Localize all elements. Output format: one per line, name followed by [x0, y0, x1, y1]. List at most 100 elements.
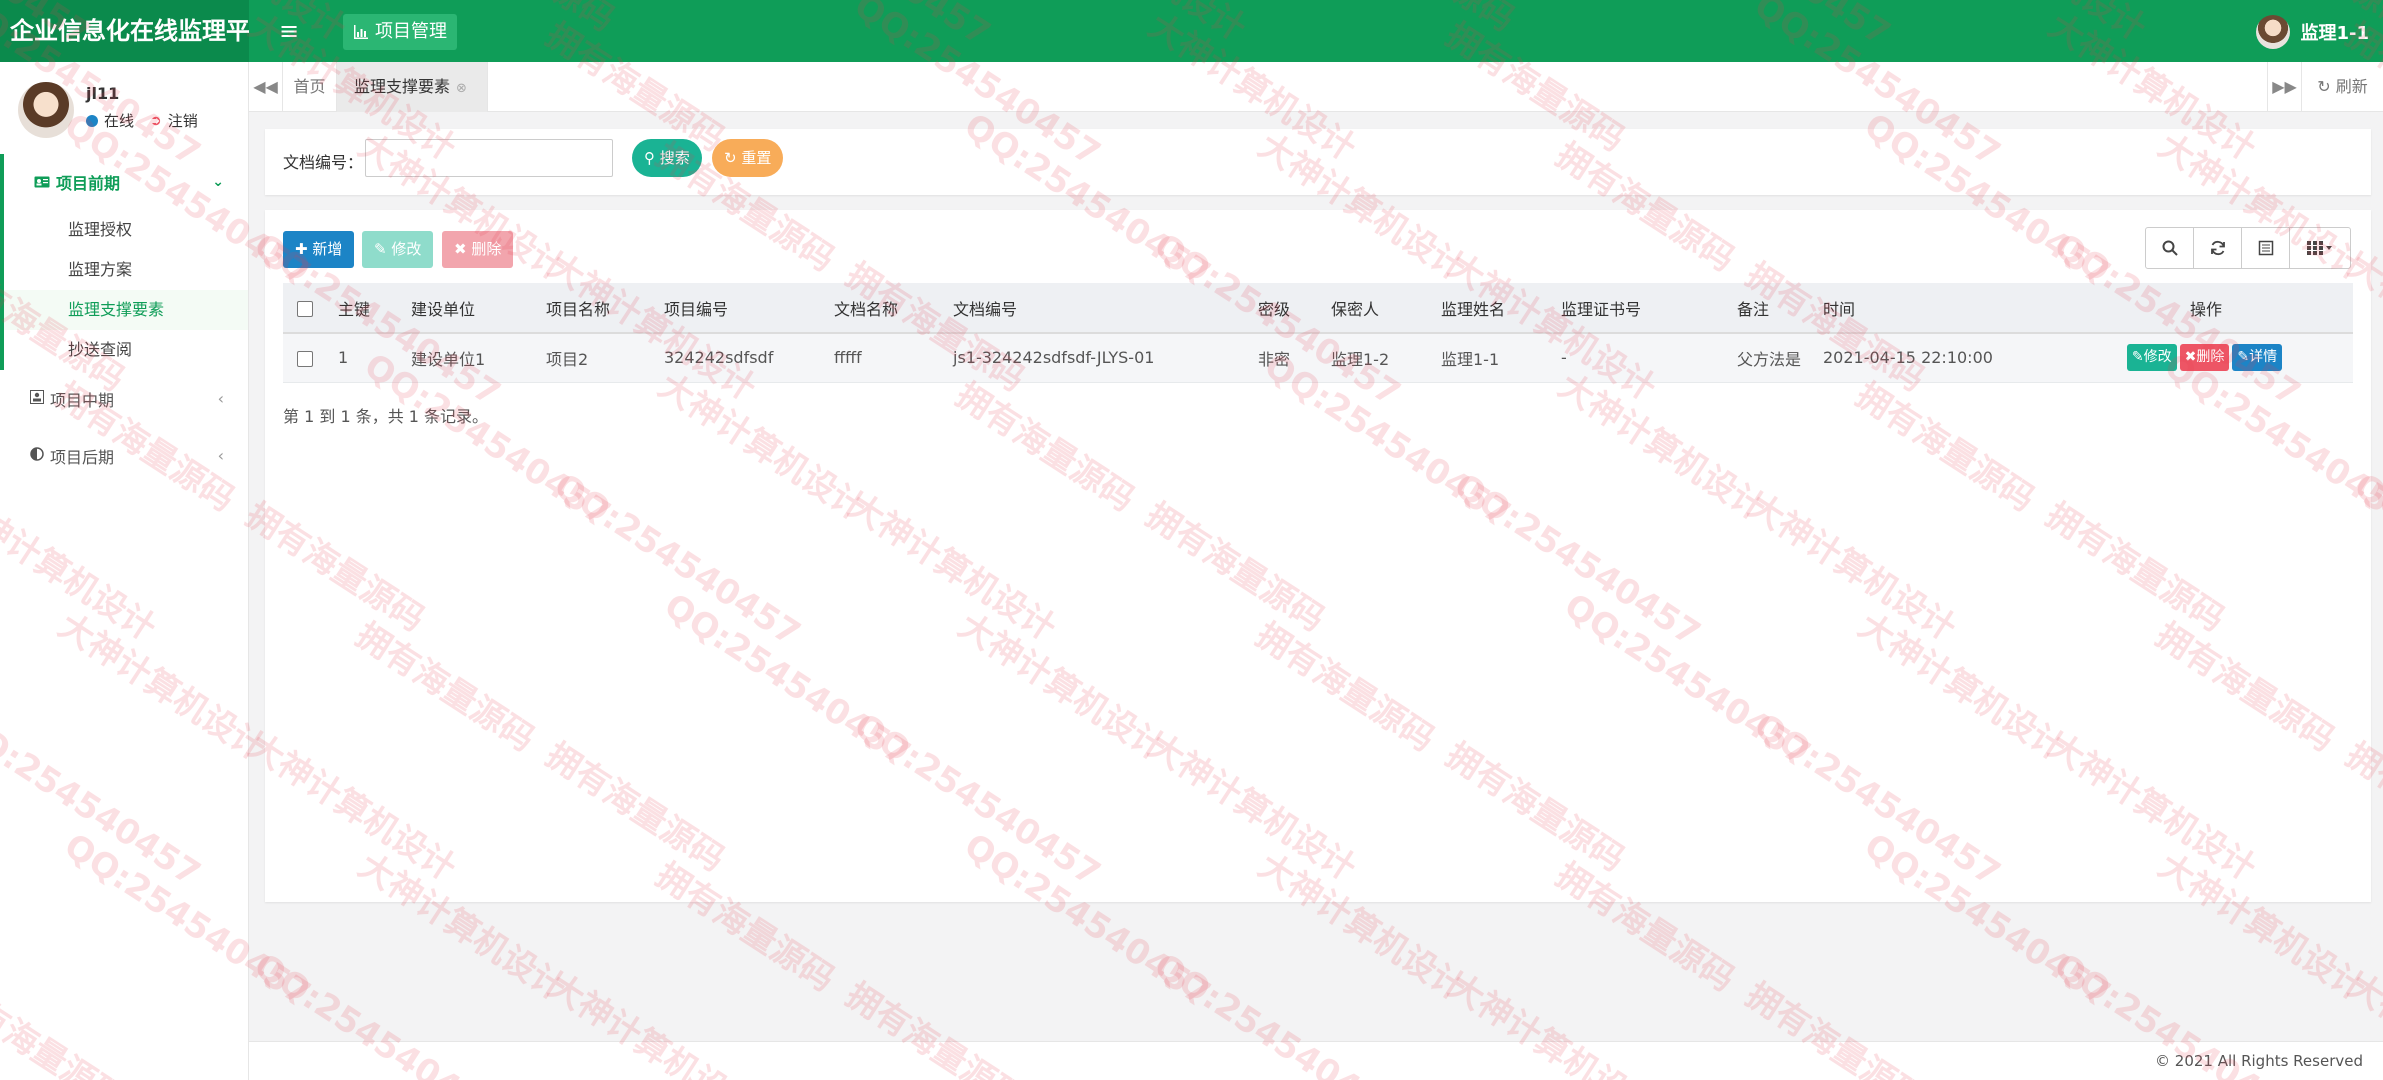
cell-supervisor: 监理1-1 [1441, 333, 1561, 383]
sidebar-group-pre-project: 项目前期 ⌄ 监理授权 监理方案 监理支撑要素 抄送查阅 [0, 154, 248, 370]
chevron-down-icon: ⌄ [212, 174, 224, 190]
logout-link[interactable]: 注销 [168, 110, 198, 131]
sidebar-user-name: jl11 [86, 84, 120, 103]
reset-button[interactable]: ↻ 重置 [712, 139, 784, 177]
col-header-time[interactable]: 时间 [1823, 283, 2059, 334]
cell-keeper: 监理1-2 [1331, 333, 1441, 383]
refresh-button[interactable]: ↻ 刷新 [2301, 62, 2383, 112]
table-refresh-button[interactable] [2193, 227, 2242, 269]
main-panel: ✚ 新增 ✎ 修改 ✖ 删除 主键 建设单位 项目名称 项目编号 文档名称 文档… [265, 210, 2371, 902]
col-header-keeper[interactable]: 保密人 [1331, 283, 1441, 334]
search-button[interactable]: ⚲ 搜索 [632, 139, 702, 177]
user-box-icon [30, 389, 44, 408]
top-navbar: 企业信息化在线监理平台 ≡ 项目管理 监理1-1 [0, 0, 2383, 62]
search-icon: ⚲ [644, 149, 655, 167]
delete-button[interactable]: ✖ 删除 [442, 231, 514, 268]
list-view-icon [2258, 240, 2273, 256]
tab-support-elements[interactable]: 监理支撑要素 ⊗ [337, 62, 488, 112]
copyright-text: © 2021 All Rights Reserved [2155, 1052, 2363, 1070]
row-edit-label: 修改 [2143, 349, 2172, 366]
row-detail-button[interactable]: ✎详情 [2232, 344, 2283, 372]
cell-project: 项目2 [546, 333, 664, 383]
cell-doc-no: js1-324242sdfsdf-JLYS-01 [953, 333, 1258, 383]
tabs-scroll-left-icon[interactable]: ◀◀ [249, 62, 283, 112]
topnav-module-label: 项目管理 [375, 21, 447, 42]
sidebar-item-authorization[interactable]: 监理授权 [4, 210, 248, 250]
cell-secret: 非密 [1258, 333, 1331, 383]
sidebar-item-support-elements[interactable]: 监理支撑要素 [4, 290, 248, 330]
data-table: 主键 建设单位 项目名称 项目编号 文档名称 文档编号 密级 保密人 监理姓名 … [283, 283, 2353, 383]
row-delete-button[interactable]: ✖删除 [2179, 344, 2230, 372]
cell-cert: - [1561, 333, 1737, 383]
col-header-id[interactable]: 主键 [338, 283, 411, 334]
cell-doc-name: fffff [834, 333, 953, 383]
search-toggle-button[interactable] [2145, 227, 2194, 269]
avatar [18, 82, 74, 138]
topnav-project-management[interactable]: 项目管理 [343, 14, 457, 50]
half-circle-icon [30, 446, 44, 465]
tab-home[interactable]: 首页 [283, 62, 337, 112]
sidebar-group-label: 项目前期 [56, 174, 121, 193]
user-panel: jl11 在线 ➲ 注销 [0, 62, 248, 154]
edit-button[interactable]: ✎ 修改 [362, 231, 434, 268]
online-dot-icon [86, 114, 98, 127]
cell-ops: ✎修改 ✖删除 ✎详情 [2059, 333, 2353, 383]
user-status: 在线 ➲ 注销 [86, 110, 198, 131]
cell-remark: 父方法是 [1737, 333, 1823, 383]
col-header-cert[interactable]: 监理证书号 [1561, 283, 1737, 334]
refresh-icon: ↻ [724, 149, 737, 167]
avatar [2256, 15, 2291, 49]
reset-button-label: 重置 [741, 149, 772, 167]
pagination-summary: 第 1 到 1 条，共 1 条记录。 [283, 407, 489, 426]
sidebar-item-cc-review[interactable]: 抄送查阅 [4, 330, 248, 370]
edit-icon: ✎ [2131, 349, 2144, 366]
logout-icon[interactable]: ➲ [150, 113, 162, 129]
col-header-doc-name[interactable]: 文档名称 [834, 283, 953, 334]
plus-icon: ✚ [295, 240, 308, 258]
col-header-project[interactable]: 项目名称 [546, 283, 664, 334]
sidebar-item-plan[interactable]: 监理方案 [4, 250, 248, 290]
col-header-secret[interactable]: 密级 [1258, 283, 1331, 334]
sidebar-group-label: 项目后期 [50, 447, 115, 467]
tab-label: 监理支撑要素 [354, 77, 451, 96]
add-button[interactable]: ✚ 新增 [283, 231, 355, 268]
table-header-row: 主键 建设单位 项目名称 项目编号 文档名称 文档编号 密级 保密人 监理姓名 … [283, 283, 2353, 334]
bar-chart-icon [353, 24, 369, 40]
col-header-ops: 操作 [2059, 283, 2353, 334]
cell-id: 1 [338, 333, 411, 383]
col-header-remark[interactable]: 备注 [1737, 283, 1823, 334]
tabs-scroll-right-icon[interactable]: ▶▶ [2267, 62, 2301, 112]
cell-unit: 建设单位1 [411, 333, 546, 383]
app-title: 企业信息化在线监理平台 [0, 0, 249, 62]
user-menu[interactable]: 监理1-1 [2256, 14, 2369, 50]
refresh-icon [2210, 240, 2225, 256]
row-edit-button[interactable]: ✎修改 [2126, 344, 2177, 372]
columns-dropdown-button[interactable] [2289, 227, 2351, 269]
delete-button-label: 删除 [471, 240, 502, 258]
table-row[interactable]: 1 建设单位1 项目2 324242sdfsdf fffff js1-32424… [283, 333, 2353, 383]
edit-icon: ✎ [374, 240, 387, 258]
add-button-label: 新增 [312, 240, 343, 258]
select-all-checkbox[interactable] [297, 300, 313, 317]
user-top-name: 监理1-1 [2300, 23, 2369, 44]
hamburger-icon[interactable]: ≡ [276, 16, 302, 46]
close-icon[interactable]: ⊗ [456, 81, 467, 96]
refresh-icon: ↻ [2317, 77, 2331, 96]
tabs-bar: ◀◀ 首页 监理支撑要素 ⊗ ▶▶ ↻ 刷新 [249, 62, 2383, 112]
row-delete-label: 删除 [2196, 349, 2225, 366]
sidebar: jl11 在线 ➲ 注销 项目前期 ⌄ 监理授权 监理方案 监理支撑要素 抄送查… [0, 62, 249, 1080]
toggle-view-button[interactable] [2241, 227, 2290, 269]
sidebar-group-header[interactable]: 项目前期 ⌄ [4, 154, 248, 210]
row-checkbox[interactable] [297, 350, 313, 367]
col-header-supervisor[interactable]: 监理姓名 [1441, 283, 1561, 334]
cell-project-no: 324242sdfsdf [664, 333, 834, 383]
search-panel: 文档编号： ⚲ 搜索 ↻ 重置 [265, 129, 2371, 195]
cell-time: 2021-04-15 22:10:00 [1823, 333, 2059, 383]
chevron-left-icon: ‹ [217, 446, 224, 465]
col-header-doc-no[interactable]: 文档编号 [953, 283, 1258, 334]
doc-number-input[interactable] [365, 139, 613, 177]
sidebar-group-post-project[interactable]: 项目后期 ‹ [0, 427, 248, 484]
sidebar-group-mid-project[interactable]: 项目中期 ‹ [0, 370, 248, 427]
col-header-unit[interactable]: 建设单位 [411, 283, 546, 334]
col-header-project-no[interactable]: 项目编号 [664, 283, 834, 334]
